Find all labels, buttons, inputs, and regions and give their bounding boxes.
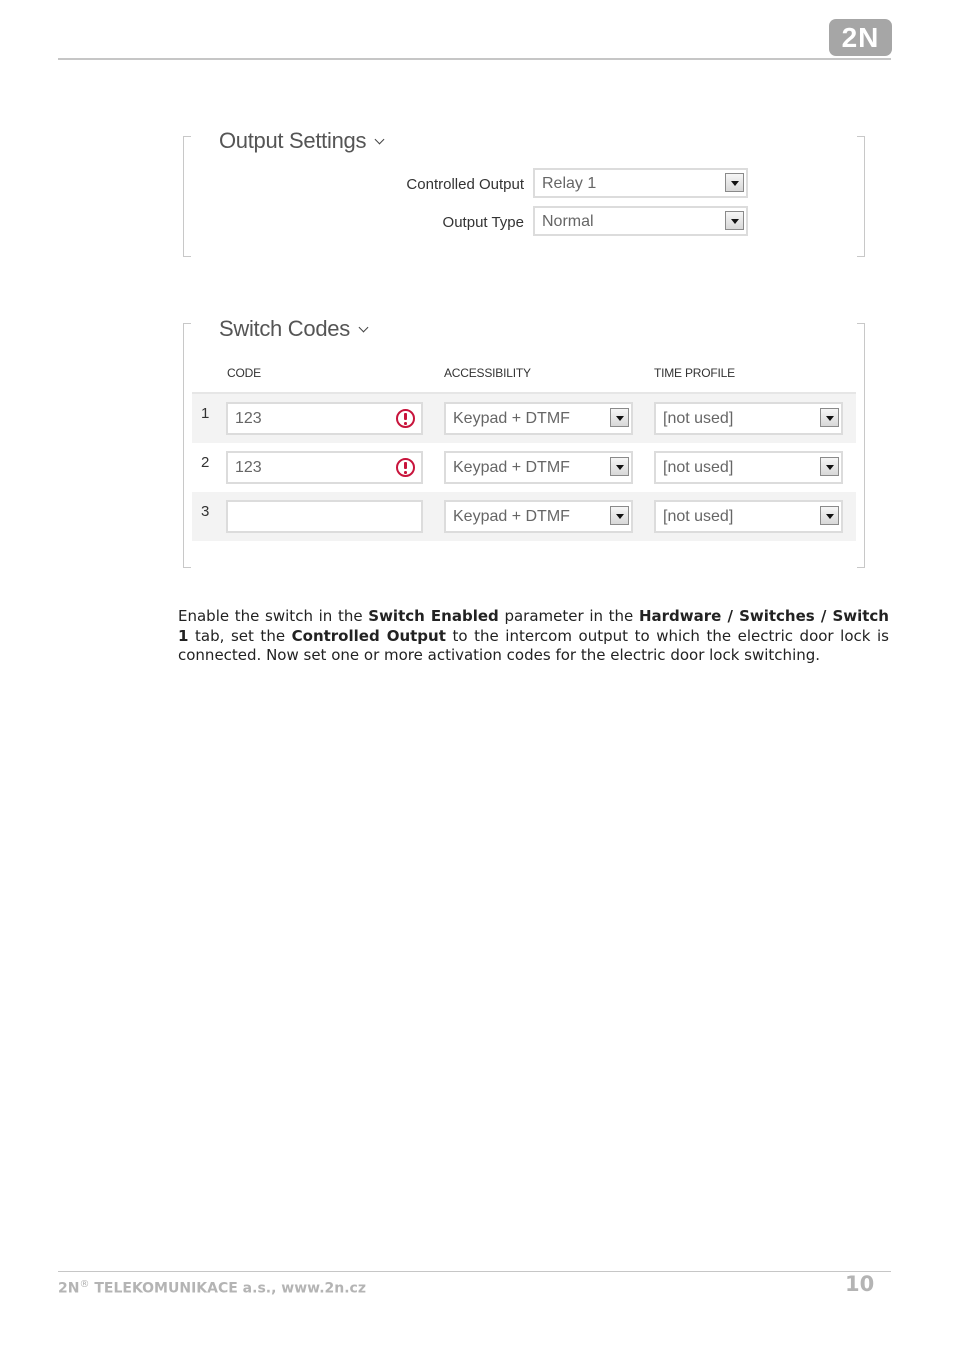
table-row: 2 123 Keypad + DTMF [not used] [192,443,856,492]
dropdown-arrow-icon[interactable] [820,408,839,427]
output-settings-title[interactable]: Output Settings [219,128,385,154]
time-profile-select[interactable]: [not used] [654,451,843,484]
controlled-output-label: Controlled Output [406,176,524,193]
chevron-down-icon[interactable] [358,322,369,333]
text-run: Enable the switch in the [178,607,369,625]
warning-icon [396,458,415,477]
bold-term: Controlled Output [291,626,446,645]
code-value: 123 [235,410,262,427]
section-bracket-left [183,136,191,257]
code-input[interactable]: 123 [226,402,423,435]
accessibility-select[interactable]: Keypad + DTMF [444,402,633,435]
code-input[interactable]: 123 [226,451,423,484]
time-profile-select[interactable]: [not used] [654,402,843,435]
time-profile-value: [not used] [663,508,734,525]
code-input[interactable] [226,500,423,533]
section-bracket-right [857,323,865,568]
warning-icon [396,409,415,428]
code-value: 123 [235,459,262,476]
dropdown-arrow-icon[interactable] [820,506,839,525]
accessibility-value: Keypad + DTMF [453,508,570,525]
time-profile-select[interactable]: [not used] [654,500,843,533]
section-bracket-right [857,136,865,257]
dropdown-arrow-icon[interactable] [725,173,744,192]
page-number: 10 [845,1272,875,1296]
output-type-label: Output Type [442,214,524,231]
accessibility-select[interactable]: Keypad + DTMF [444,451,633,484]
output-settings-title-text: Output Settings [219,128,367,153]
accessibility-value: Keypad + DTMF [453,459,570,476]
brand-logo: 2N [829,19,892,56]
controlled-output-value: Relay 1 [542,175,597,192]
row-index: 3 [201,503,210,520]
accessibility-select[interactable]: Keypad + DTMF [444,500,633,533]
row-index: 2 [201,454,210,471]
dropdown-arrow-icon[interactable] [820,457,839,476]
footer-brand: 2N [58,1280,80,1297]
instruction-paragraph: Enable the switch in the Switch Enabled … [178,607,889,666]
header-divider [58,58,891,60]
chevron-down-icon[interactable] [374,134,385,145]
footer-divider [58,1271,891,1272]
footer-company: 2N® TELEKOMUNIKACE a.s., www.2n.cz [58,1279,366,1297]
text-run: tab, set the [188,626,292,645]
dropdown-arrow-icon[interactable] [610,408,629,427]
row-index: 1 [201,405,210,422]
output-type-select[interactable]: Normal [533,206,748,236]
time-profile-value: [not used] [663,410,734,427]
dropdown-arrow-icon[interactable] [610,506,629,525]
bold-term: Switch Enabled [368,607,499,625]
table-row: 3 Keypad + DTMF [not used] [192,492,856,541]
column-header-code: CODE [227,366,261,380]
registered-mark: ® [79,1279,90,1290]
footer-company-name: TELEKOMUNIKACE a.s., www.2n.cz [89,1280,366,1297]
dropdown-arrow-icon[interactable] [725,211,744,230]
time-profile-value: [not used] [663,459,734,476]
switch-codes-title[interactable]: Switch Codes [219,316,369,342]
column-header-time-profile: TIME PROFILE [654,366,735,380]
controlled-output-select[interactable]: Relay 1 [533,168,748,198]
section-bracket-left [183,323,191,568]
dropdown-arrow-icon[interactable] [610,457,629,476]
text-run: parameter in the [498,607,639,625]
output-type-value: Normal [542,213,594,230]
table-row: 1 123 Keypad + DTMF [not used] [192,394,856,443]
switch-codes-title-text: Switch Codes [219,316,350,341]
logo-text: 2N [841,21,880,53]
accessibility-value: Keypad + DTMF [453,410,570,427]
column-header-accessibility: ACCESSIBILITY [444,366,531,380]
